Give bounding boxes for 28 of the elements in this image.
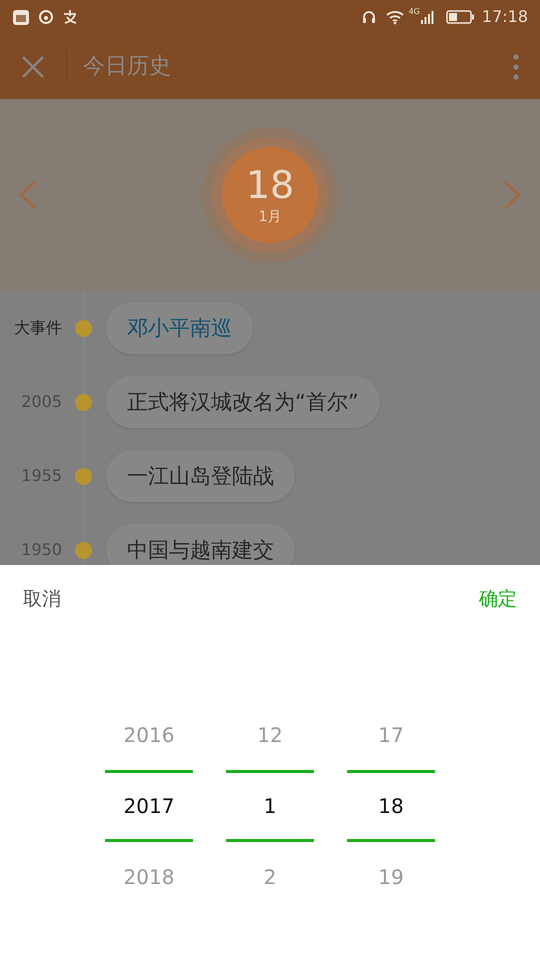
picker-option[interactable]: 2016 xyxy=(105,700,193,770)
close-icon[interactable] xyxy=(20,54,46,80)
picker-option[interactable]: 2017 xyxy=(105,770,193,842)
more-icon[interactable] xyxy=(512,52,520,80)
day-number: 18 xyxy=(246,162,294,206)
picker-option[interactable]: 12 xyxy=(226,700,314,770)
network-type: 4G xyxy=(408,6,420,18)
wifi-icon xyxy=(384,9,405,25)
event-pill[interactable]: 正式将汉城改名为“首尔” xyxy=(106,376,380,428)
picker-option[interactable]: 17 xyxy=(347,700,435,770)
cancel-button[interactable]: 取消 xyxy=(23,585,61,614)
signal-icon xyxy=(420,10,434,24)
month-label: 1月 xyxy=(258,208,282,226)
headset-icon xyxy=(360,9,377,25)
picker-option[interactable]: 19 xyxy=(347,842,435,912)
status-time: 17:18 xyxy=(482,6,528,28)
confirm-button[interactable]: 确定 xyxy=(479,585,517,614)
page-title: 今日历史 xyxy=(83,53,171,81)
picker-option[interactable]: 1 xyxy=(226,770,314,842)
event-pill[interactable]: 中国与越南建交 xyxy=(106,524,295,565)
picker-option[interactable]: 18 xyxy=(347,770,435,842)
event-pill[interactable]: 邓小平南巡 xyxy=(106,302,253,354)
battery-icon xyxy=(446,10,474,24)
event-pill[interactable]: 一江山岛登陆战 xyxy=(106,450,295,502)
calendar-icon xyxy=(12,8,30,26)
picker-option[interactable]: 2 xyxy=(226,842,314,912)
picker-option[interactable]: 2018 xyxy=(105,842,193,912)
event-year: 大事件 xyxy=(13,317,62,339)
